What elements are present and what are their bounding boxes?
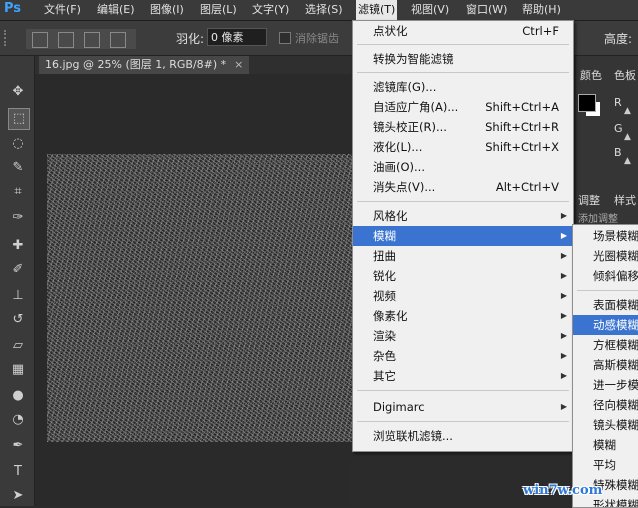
- menu-window[interactable]: 窗口(W): [466, 0, 507, 20]
- menu-layer[interactable]: 图层(L): [200, 0, 237, 20]
- document-tab[interactable]: 16.jpg @ 25% (图层 1, RGB/8#) * ×: [39, 56, 250, 74]
- menu-view[interactable]: 视图(V): [411, 0, 449, 20]
- move-tool-icon[interactable]: ✥: [8, 82, 28, 102]
- tab-swatches[interactable]: 色板: [612, 68, 638, 84]
- channel-r-label: R: [614, 96, 622, 109]
- height-label: 高度:: [604, 32, 633, 46]
- subtract-selection-icon[interactable]: [84, 32, 100, 48]
- canvas-area: [35, 74, 353, 506]
- submenu-item-motion-blur[interactable]: 动感模糊: [573, 315, 638, 335]
- menu-item-last-filter[interactable]: 点状化 Ctrl+F: [353, 21, 573, 41]
- eyedropper-tool-icon[interactable]: ✑: [8, 208, 28, 228]
- menu-item-sharpen[interactable]: 锐化 ▶: [353, 266, 573, 286]
- noise-image-canvas[interactable]: [47, 154, 353, 442]
- submenu-item-gaussian-blur[interactable]: 高斯模糊: [573, 355, 638, 375]
- antialias-label: 消除锯齿: [295, 32, 339, 45]
- path-select-tool-icon[interactable]: ➤: [8, 486, 28, 506]
- photoshop-logo: Ps: [4, 1, 22, 16]
- menu-item-video[interactable]: 视频 ▶: [353, 286, 573, 306]
- menu-separator: [357, 390, 569, 391]
- menu-item-oil-paint[interactable]: 油画(O)...: [353, 157, 573, 177]
- eraser-tool-icon[interactable]: ▱: [8, 336, 28, 356]
- menu-filter[interactable]: 滤镜(T): [356, 0, 398, 20]
- menu-help[interactable]: 帮助(H): [522, 0, 561, 20]
- menu-separator: [357, 72, 569, 73]
- crop-tool-icon[interactable]: ⌗: [8, 182, 28, 202]
- menu-separator: [357, 201, 569, 202]
- tab-adjustments[interactable]: 调整: [578, 192, 600, 208]
- menu-item-pixelate[interactable]: 像素化 ▶: [353, 306, 573, 326]
- tab-styles[interactable]: 样式: [614, 192, 636, 208]
- menu-item-lens-correction[interactable]: 镜头校正(R)... Shift+Ctrl+R: [353, 117, 573, 137]
- pen-tool-icon[interactable]: ✒: [8, 436, 28, 456]
- type-tool-icon[interactable]: T: [8, 462, 28, 482]
- submenu-item-radial-blur[interactable]: 径向模糊: [573, 395, 638, 415]
- menu-item-vanishing-point[interactable]: 消失点(V)... Alt+Ctrl+V: [353, 177, 573, 197]
- menu-edit[interactable]: 编辑(E): [97, 0, 135, 20]
- menu-select[interactable]: 选择(S): [305, 0, 343, 20]
- menu-item-noise[interactable]: 杂色 ▶: [353, 346, 573, 366]
- submenu-item-average[interactable]: 平均: [573, 455, 638, 475]
- intersect-selection-icon[interactable]: [110, 32, 126, 48]
- foreground-color-swatch[interactable]: [578, 94, 596, 112]
- feather-label: 羽化:: [176, 32, 205, 46]
- channel-g-label: G: [614, 122, 623, 135]
- grip-handle[interactable]: [4, 30, 10, 46]
- menu-item-render[interactable]: 渲染 ▶: [353, 326, 573, 346]
- menu-item-digimarc[interactable]: Digimarc ▶: [353, 397, 573, 417]
- menu-item-smart-filter[interactable]: 转换为智能滤镜: [353, 49, 573, 69]
- lasso-tool-icon[interactable]: ◌: [8, 134, 28, 154]
- submenu-item-blur-more[interactable]: 进一步模: [573, 375, 638, 395]
- submenu-item-iris-blur[interactable]: 光圈模糊: [573, 246, 638, 266]
- menu-item-browse-online[interactable]: 浏览联机滤镜...: [353, 426, 573, 446]
- submenu-item-field-blur[interactable]: 场景模糊: [573, 226, 638, 246]
- filter-menu-dropdown: 点状化 Ctrl+F 转换为智能滤镜 滤镜库(G)... 自适应广角(A)... S…: [352, 20, 574, 452]
- menu-file[interactable]: 文件(F): [44, 0, 81, 20]
- add-selection-icon[interactable]: [58, 32, 74, 48]
- blur-submenu: 场景模糊 光圈模糊 倾斜偏移 表面模糊 动感模糊 方框模糊 高斯模糊 进一步模 …: [572, 224, 638, 508]
- document-tab-title: 16.jpg @ 25% (图层 1, RGB/8#) *: [45, 58, 227, 71]
- menu-item-adaptive-wide-angle[interactable]: 自适应广角(A)... Shift+Ctrl+A: [353, 97, 573, 117]
- menu-item-liquify[interactable]: 液化(L)... Shift+Ctrl+X: [353, 137, 573, 157]
- channel-g-slider-icon[interactable]: ▲: [624, 132, 631, 142]
- quick-select-tool-icon[interactable]: ✎: [8, 158, 28, 178]
- marquee-tool-icon[interactable]: ⬚: [8, 108, 30, 130]
- menu-bar: Ps 文件(F) 编辑(E) 图像(I) 图层(L) 文字(Y) 选择(S) 滤…: [0, 0, 638, 21]
- channel-b-slider-icon[interactable]: ▲: [624, 156, 631, 166]
- submenu-item-tilt-shift[interactable]: 倾斜偏移: [573, 266, 638, 286]
- menu-item-stylize[interactable]: 风格化 ▶: [353, 206, 573, 226]
- menu-item-filter-gallery[interactable]: 滤镜库(G)...: [353, 77, 573, 97]
- healing-brush-tool-icon[interactable]: ✚: [8, 236, 28, 256]
- channel-b-label: B: [614, 146, 622, 159]
- selection-mode-buttons[interactable]: [26, 29, 136, 49]
- menu-item-blur[interactable]: 模糊 ▶: [353, 226, 573, 246]
- gradient-tool-icon[interactable]: ▦: [8, 360, 28, 380]
- antialias-checkbox[interactable]: [279, 32, 291, 44]
- submenu-item-surface-blur[interactable]: 表面模糊: [573, 295, 638, 315]
- new-selection-icon[interactable]: [32, 32, 48, 48]
- menu-separator: [357, 44, 569, 45]
- submenu-item-blur[interactable]: 模糊: [573, 435, 638, 455]
- tools-panel: ✥ ⬚ ◌ ✎ ⌗ ✑ ✚ ✐ ⊥ ↺ ▱ ▦ ● ◔ ✒ T ➤: [0, 56, 35, 506]
- site-watermark: win7w.com: [523, 483, 603, 498]
- history-brush-tool-icon[interactable]: ↺: [8, 310, 28, 330]
- brush-tool-icon[interactable]: ✐: [8, 260, 28, 280]
- clone-stamp-tool-icon[interactable]: ⊥: [8, 286, 28, 306]
- menu-image[interactable]: 图像(I): [150, 0, 184, 20]
- tab-color[interactable]: 颜色: [578, 68, 604, 84]
- menu-item-distort[interactable]: 扭曲 ▶: [353, 246, 573, 266]
- menu-separator: [357, 421, 569, 422]
- menu-type[interactable]: 文字(Y): [252, 0, 289, 20]
- add-adjustment-label: 添加调整: [578, 214, 618, 225]
- document-tab-bar: 16.jpg @ 25% (图层 1, RGB/8#) * ×: [35, 56, 351, 74]
- close-icon[interactable]: ×: [234, 58, 243, 71]
- submenu-item-lens-blur[interactable]: 镜头模糊: [573, 415, 638, 435]
- channel-r-slider-icon[interactable]: ▲: [624, 106, 631, 116]
- menu-item-other[interactable]: 其它 ▶: [353, 366, 573, 386]
- dodge-tool-icon[interactable]: ◔: [8, 410, 28, 430]
- blur-tool-icon[interactable]: ●: [8, 386, 28, 406]
- submenu-item-box-blur[interactable]: 方框模糊: [573, 335, 638, 355]
- menu-separator: [577, 290, 638, 291]
- feather-input[interactable]: 0 像素: [207, 28, 267, 46]
